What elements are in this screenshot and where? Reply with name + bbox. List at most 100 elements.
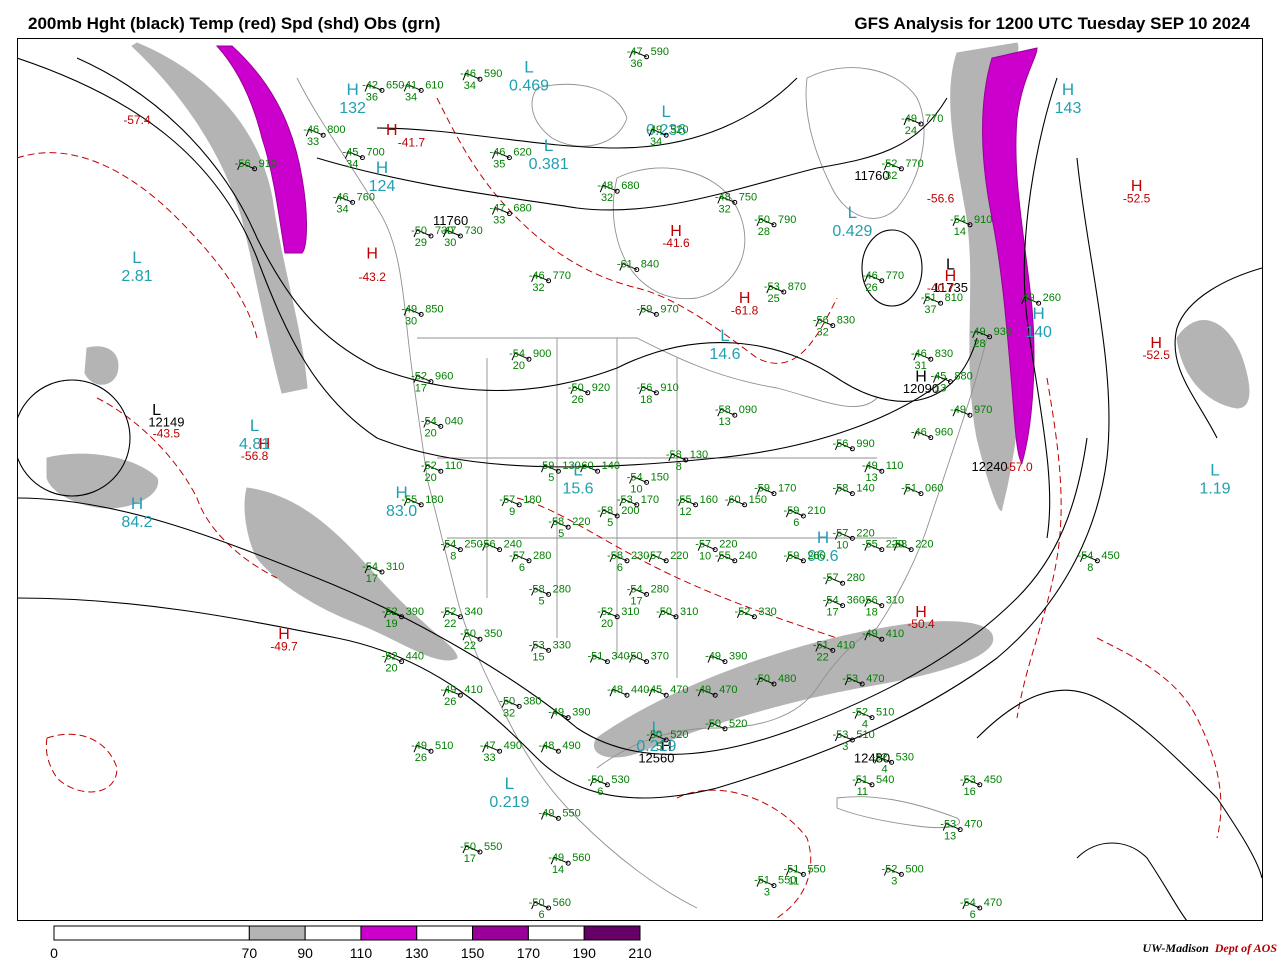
obs-dewpoint-depression: 30 (405, 315, 417, 327)
speed-extremum-value: 0.429 (832, 223, 872, 240)
obs-height: 750 (739, 191, 757, 203)
obs-temperature: -46 (333, 191, 349, 203)
obs-height: 530 (896, 751, 914, 763)
obs-height: 760 (357, 191, 375, 203)
obs-temperature: -56 (480, 539, 496, 551)
obs-temperature: -50 (411, 225, 427, 237)
speed-extremum-kind: H (346, 80, 358, 99)
obs-temperature: -57 (509, 550, 525, 562)
obs-dewpoint-depression: 28 (973, 338, 985, 350)
obs-height: 410 (837, 639, 855, 651)
legend-bar (53, 925, 641, 941)
obs-dewpoint-depression: 29 (415, 237, 427, 249)
speed-extremum-kind: L (250, 416, 259, 435)
obs-dewpoint-depression: 32 (532, 282, 544, 294)
obs-temperature: -50 (568, 382, 584, 394)
obs-temperature: -61 (617, 259, 633, 271)
legend-segment (360, 925, 418, 941)
obs-dewpoint-depression: 5 (656, 741, 662, 753)
obs-temperature: -45 (342, 147, 358, 159)
legend-tick-label: 170 (517, 945, 541, 960)
obs-dewpoint-depression: 17 (366, 573, 378, 585)
obs-dewpoint-depression: 35 (493, 159, 505, 171)
obs-height: 840 (641, 259, 659, 271)
obs-temperature: -41 (401, 79, 417, 91)
obs-height: 590 (484, 68, 502, 80)
obs-height: 410 (886, 628, 904, 640)
obs-dewpoint-depression: 13 (934, 383, 946, 395)
obs-height: 310 (386, 561, 404, 573)
obs-height: 200 (621, 505, 639, 517)
obs-height: 380 (523, 695, 541, 707)
obs-dewpoint-depression: 3 (891, 875, 897, 887)
legend-segment (53, 925, 250, 941)
speed-extremum-kind: L (1210, 461, 1219, 480)
obs-height: 110 (886, 460, 904, 472)
obs-temperature: -51 (921, 292, 937, 304)
obs-height: 340 (464, 606, 482, 618)
obs-temperature: -45 (930, 371, 946, 383)
obs-height: 530 (611, 774, 629, 786)
obs-temperature: -53 (842, 673, 858, 685)
obs-temperature: -49 (705, 651, 721, 663)
obs-height: 330 (553, 639, 571, 651)
map-title-left: 200mb Hght (black) Temp (red) Spd (shd) … (28, 14, 441, 33)
obs-temperature: -58 (891, 539, 907, 551)
obs-temperature: -50 (705, 718, 721, 730)
obs-height: 970 (660, 303, 678, 315)
obs-height: 910 (974, 214, 992, 226)
obs-dewpoint-depression: 10 (699, 551, 711, 563)
obs-temperature: -54 (440, 539, 456, 551)
obs-temperature: -52 (872, 751, 888, 763)
obs-temperature: -58 (529, 583, 545, 595)
obs-temperature: -54 (1077, 550, 1093, 562)
obs-height: 480 (778, 673, 796, 685)
obs-temperature: -56 (832, 438, 848, 450)
obs-height: 680 (513, 203, 531, 215)
speed-extremum-value: 140 (1025, 324, 1052, 341)
obs-height: 560 (553, 897, 571, 909)
obs-height: 810 (945, 292, 963, 304)
obs-height: 620 (513, 147, 531, 159)
obs-temperature: -48 (538, 740, 554, 752)
speed-extremum-value: 84.2 (121, 514, 152, 531)
obs-temperature: -54 (823, 595, 839, 607)
obs-height: 220 (856, 527, 874, 539)
obs-dewpoint-depression: 10 (836, 539, 848, 551)
speed-extremum-value: 143 (1055, 100, 1082, 117)
obs-height: 880 (954, 371, 972, 383)
speed-extremum-kind: L (505, 774, 514, 793)
map-credit: UW-Madison Dept of AOS (1143, 941, 1277, 956)
obs-height: 310 (680, 606, 698, 618)
temperature-label: -49.7 (270, 639, 298, 653)
obs-temperature: -47 (480, 740, 496, 752)
speed-extremum-value: 0.219 (489, 794, 529, 811)
obs-dewpoint-depression: 8 (676, 461, 682, 473)
obs-temperature: -54 (627, 583, 643, 595)
obs-temperature: -55 (862, 539, 878, 551)
obs-height: 310 (886, 595, 904, 607)
obs-dewpoint-depression: 14 (552, 864, 564, 876)
obs-height: 240 (739, 550, 757, 562)
obs-dewpoint-depression: 20 (513, 360, 525, 372)
obs-temperature: -52 (411, 371, 427, 383)
legend-tick-label: 110 (350, 945, 373, 960)
obs-height: 700 (366, 147, 384, 159)
obs-dewpoint-depression: 14 (954, 226, 966, 238)
obs-height: 220 (670, 550, 688, 562)
obs-temperature: -53 (960, 774, 976, 786)
obs-temperature: -46 (303, 124, 319, 136)
obs-dewpoint-depression: 3 (764, 887, 770, 899)
obs-dewpoint-depression: 33 (493, 215, 505, 227)
obs-dewpoint-depression: 34 (650, 136, 662, 148)
speed-extremum-kind: L (524, 57, 533, 76)
obs-temperature: -49 (901, 113, 917, 125)
obs-dewpoint-depression: 19 (385, 618, 397, 630)
obs-dewpoint-depression: 5 (548, 472, 554, 484)
obs-temperature: -50 (754, 214, 770, 226)
obs-height: 160 (700, 494, 718, 506)
obs-temperature: -46 (911, 348, 927, 360)
obs-temperature: -48 (715, 191, 731, 203)
obs-dewpoint-depression: 3 (842, 741, 848, 753)
obs-dewpoint-depression: 25 (768, 293, 780, 305)
